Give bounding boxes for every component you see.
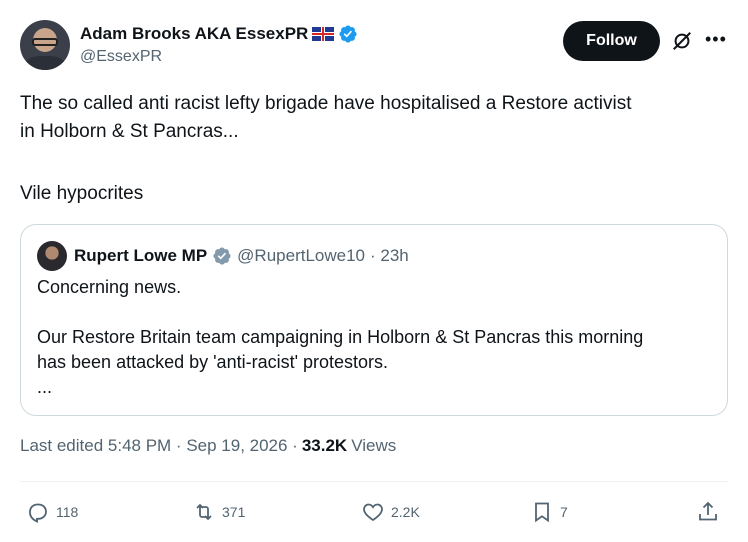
- reply-count: 118: [56, 504, 79, 520]
- repost-button[interactable]: 371: [192, 496, 245, 528]
- quoted-tweet[interactable]: Rupert Lowe MP @RupertLowe10 · 23h Conce…: [20, 224, 728, 416]
- quoted-text-line: Our Restore Britain team campaigning in …: [37, 327, 644, 347]
- reply-button[interactable]: 118: [26, 496, 78, 528]
- author-handle[interactable]: @EssexPR: [80, 48, 358, 66]
- share-button[interactable]: [696, 496, 720, 528]
- tweet-text: The so called anti racist lefty brigade …: [20, 90, 730, 208]
- tweet-text-line: Vile hypocrites: [20, 183, 144, 204]
- uk-flag-icon: [312, 27, 335, 41]
- quoted-text-line: ...: [37, 377, 53, 397]
- share-icon: [699, 501, 717, 521]
- quoted-text-line: Concerning news.: [37, 277, 182, 297]
- quoted-tweet-header: Rupert Lowe MP @RupertLowe10 · 23h: [37, 241, 409, 271]
- tweet-text-line: in Holborn & St Pancras...: [20, 121, 239, 142]
- tweet-text-line: The so called anti racist lefty brigade …: [20, 93, 632, 114]
- like-count: 2.2K: [391, 504, 420, 520]
- quoted-tweet-text: Concerning news. Our Restore Britain tea…: [37, 275, 717, 400]
- verified-badge-icon: [339, 25, 357, 43]
- bookmark-count: 7: [560, 504, 568, 520]
- tweet-meta: Last edited 5:48 PM · Sep 19, 2026 · 33.…: [20, 436, 396, 456]
- author-avatar[interactable]: [20, 20, 70, 70]
- follow-button[interactable]: Follow: [563, 21, 660, 61]
- quoted-author-handle: @RupertLowe10: [237, 246, 366, 265]
- verified-badge-icon: [213, 247, 231, 265]
- quoted-author-name: Rupert Lowe MP: [74, 246, 208, 265]
- divider: [20, 481, 728, 482]
- reply-icon: [29, 503, 47, 523]
- quoted-text-line: has been attacked by 'anti-racist' prote…: [37, 352, 389, 372]
- bookmark-icon: [535, 502, 549, 523]
- repost-count: 371: [222, 504, 246, 520]
- more-options-icon[interactable]: •••: [705, 29, 727, 51]
- heart-icon: [363, 503, 383, 522]
- edited-timestamp[interactable]: Last edited 5:48 PM · Sep 19, 2026 ·: [20, 436, 298, 456]
- action-bar: 118 371 2.2K 7: [20, 496, 728, 528]
- views-label: Views: [351, 436, 397, 455]
- grok-icon[interactable]: [671, 30, 693, 52]
- views-count: 33.2K: [301, 436, 348, 455]
- author-info: Adam Brooks AKA EssexPR @EssexPR: [80, 22, 358, 66]
- repost-icon: [196, 503, 212, 521]
- tweet-header: Adam Brooks AKA EssexPR @EssexPR Follow …: [20, 20, 728, 72]
- quoted-tweet-time: · 23h: [370, 246, 409, 265]
- like-button[interactable]: 2.2K: [361, 496, 420, 528]
- quoted-author-avatar: [37, 241, 67, 271]
- bookmark-button[interactable]: 7: [530, 496, 568, 528]
- author-display-name[interactable]: Adam Brooks AKA EssexPR: [80, 24, 308, 44]
